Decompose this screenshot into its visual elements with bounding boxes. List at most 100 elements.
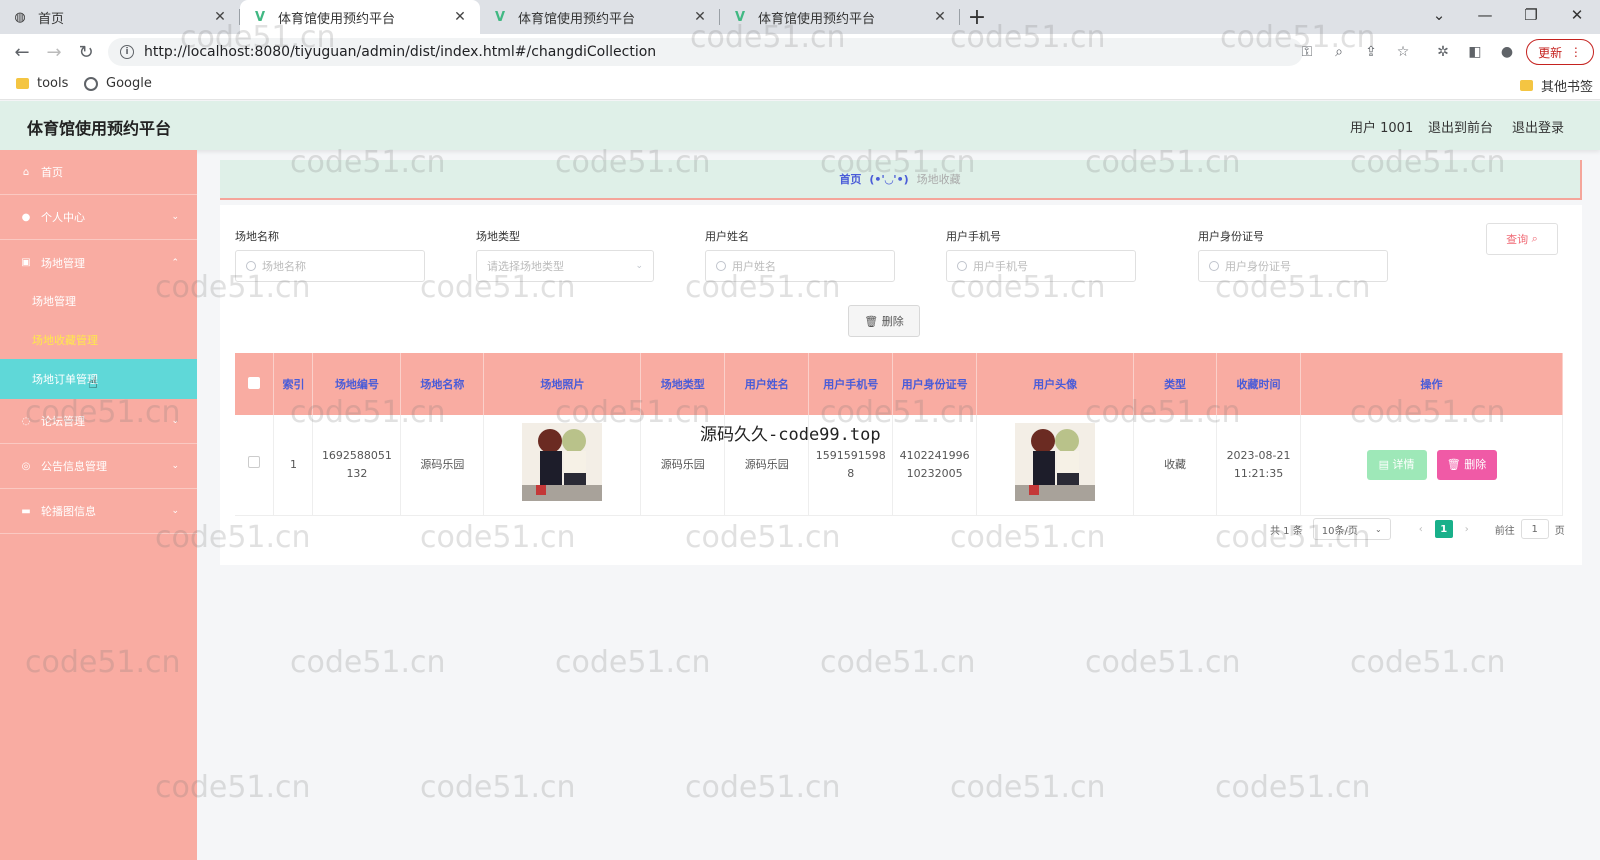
collection-table: 索引 场地编号 场地名称 场地照片 场地类型 用户姓名 用户手机号 用户身份证号…: [235, 353, 1563, 516]
browser-tab[interactable]: ◍ 首页 ✕: [0, 0, 240, 34]
url-input[interactable]: i http://localhost:8080/tiyuguan/admin/d…: [108, 38, 1303, 66]
bulk-delete-button[interactable]: 🗑 删除: [848, 305, 920, 337]
profile-icon[interactable]: ●: [1496, 41, 1518, 63]
detail-button[interactable]: ▤ 详情: [1366, 449, 1427, 480]
chevron-down-icon: ⌄: [171, 212, 179, 222]
trash-icon: 🗑: [1446, 457, 1461, 471]
column-header[interactable]: 场地名称: [400, 353, 485, 415]
sidepanel-icon[interactable]: ◧: [1464, 41, 1486, 63]
close-icon[interactable]: ✕: [932, 9, 948, 25]
tab-search-icon[interactable]: ⌄: [1416, 0, 1462, 30]
forward-icon[interactable]: →: [38, 36, 70, 68]
close-icon[interactable]: ✕: [212, 9, 228, 25]
sidebar-item-notice[interactable]: ◎ 公告信息管理 ⌄: [0, 444, 197, 489]
sidebar-item-carousel[interactable]: ▬ 轮播图信息 ⌄: [0, 489, 197, 534]
column-header[interactable]: 用户身份证号: [892, 353, 978, 415]
minimize-icon[interactable]: —: [1462, 0, 1508, 30]
page-size-select[interactable]: 10条/页 ⌄: [1312, 518, 1391, 540]
sidebar-item-forum[interactable]: ◌ 论坛管理 ⌄: [0, 399, 197, 444]
page-number[interactable]: 1: [1434, 520, 1453, 538]
chevron-down-icon: ⌄: [635, 261, 643, 271]
sidebar-item-venue[interactable]: ▣ 场地管理 ⌃: [0, 240, 197, 285]
watermark: code51.cn: [685, 770, 841, 805]
search-icon: [1209, 261, 1219, 271]
browser-tab[interactable]: V 体育馆使用预约平台 ✕: [720, 0, 960, 34]
search-icon: [716, 261, 726, 271]
sidebar-sub-venue-collection[interactable]: 场地收藏管理: [0, 320, 197, 360]
sidebar-item-profile[interactable]: ● 个人中心 ⌄: [0, 195, 197, 240]
row-checkbox[interactable]: [235, 415, 275, 516]
venue-photo-image[interactable]: [522, 422, 603, 501]
goto-label: 前往: [1494, 525, 1515, 537]
pagination: 共 1 条 10条/页 ⌄ ‹ 1 › 前往 1 页: [1270, 517, 1565, 541]
restore-icon[interactable]: ❐: [1508, 0, 1554, 30]
logout-link[interactable]: 退出登录: [1512, 117, 1564, 136]
user-phone-input[interactable]: 用户手机号: [946, 250, 1136, 282]
sidebar-item-home[interactable]: ⌂ 首页: [0, 150, 197, 195]
table-header-row: 索引 场地编号 场地名称 场地照片 场地类型 用户姓名 用户手机号 用户身份证号…: [235, 353, 1563, 415]
column-header[interactable]: 场地类型: [640, 353, 726, 415]
forum-icon: ◌: [21, 415, 31, 427]
column-header[interactable]: 收藏时间: [1216, 353, 1302, 415]
delete-button[interactable]: 🗑 删除: [1436, 449, 1497, 480]
close-icon[interactable]: ✕: [692, 9, 708, 25]
monitor-icon: ▬: [21, 505, 31, 517]
info-icon[interactable]: i: [120, 45, 134, 59]
goto-page-input[interactable]: 1: [1520, 519, 1549, 539]
column-header[interactable]: 用户手机号: [808, 353, 894, 415]
share-icon[interactable]: ⇪: [1360, 41, 1382, 63]
column-header[interactable]: 索引: [273, 353, 314, 415]
user-avatar-image[interactable]: [1015, 422, 1096, 501]
column-header[interactable]: 类型: [1133, 353, 1218, 415]
cell-collect-time: 2023-08-21 11:21:35: [1216, 415, 1302, 516]
user-name-input[interactable]: 用户姓名: [705, 250, 895, 282]
close-icon[interactable]: ✕: [452, 9, 468, 25]
star-icon[interactable]: ☆: [1392, 41, 1414, 63]
prev-page-icon[interactable]: ‹: [1411, 519, 1431, 539]
back-to-front-link[interactable]: 退出到前台: [1428, 117, 1493, 136]
bookmark-google[interactable]: Google: [84, 76, 152, 91]
app-title: 体育馆使用预约平台: [27, 119, 172, 138]
browser-tab[interactable]: V 体育馆使用预约平台 ✕: [480, 0, 720, 34]
breadcrumb-current: 场地收藏: [916, 173, 961, 186]
column-header[interactable]: 场地照片: [483, 353, 642, 415]
user-idcard-input[interactable]: 用户身份证号: [1198, 250, 1388, 282]
venue-name-input[interactable]: 场地名称: [235, 250, 425, 282]
search-label: 用户身份证号: [1198, 230, 1264, 243]
sidebar-sub-venue-manage[interactable]: 场地管理: [0, 281, 197, 321]
query-button[interactable]: 查询 ⌕: [1486, 223, 1558, 255]
reload-icon[interactable]: ↻: [70, 36, 102, 68]
bookmark-other[interactable]: 其他书签: [1520, 76, 1593, 95]
hand-cursor-icon: ☝: [88, 373, 98, 392]
browser-tab-active[interactable]: V 体育馆使用预约平台 ✕: [240, 0, 480, 34]
cell-venue-code: 1692588051132: [312, 415, 402, 516]
zoom-icon[interactable]: ⌕: [1328, 41, 1350, 63]
venue-type-select[interactable]: 请选择场地类型 ⌄: [476, 250, 654, 282]
new-tab-icon[interactable]: +: [960, 0, 994, 34]
breadcrumb-separator: (•'◡'•): [869, 172, 909, 186]
address-bar: ← → ↻ i http://localhost:8080/tiyuguan/a…: [0, 34, 1600, 70]
next-page-icon[interactable]: ›: [1457, 519, 1477, 539]
column-header[interactable]: 用户姓名: [724, 353, 810, 415]
select-all-checkbox[interactable]: [235, 353, 275, 415]
cell-user-avatar: [976, 415, 1135, 516]
breadcrumb: 首页 (•'◡'•) 场地收藏: [220, 160, 1582, 200]
current-user: 用户 1001: [1350, 121, 1414, 136]
pagination-total: 共 1 条: [1270, 525, 1303, 537]
bookmark-tools[interactable]: tools: [16, 76, 68, 91]
column-header[interactable]: 场地编号: [312, 353, 402, 415]
breadcrumb-home[interactable]: 首页: [839, 171, 861, 187]
window-close-icon[interactable]: ✕: [1554, 0, 1600, 30]
folder-icon: [1520, 80, 1533, 91]
vue-logo-icon: V: [254, 9, 266, 25]
key-icon[interactable]: ⚿: [1296, 41, 1318, 63]
globe-icon: ◍: [14, 9, 26, 25]
update-button[interactable]: 更新 ⋮: [1526, 39, 1594, 65]
sidebar-sub-venue-order[interactable]: 场地订单管理: [0, 359, 197, 399]
extensions-icon[interactable]: ✲: [1432, 41, 1454, 63]
column-header[interactable]: 用户头像: [976, 353, 1135, 415]
back-icon[interactable]: ←: [6, 36, 38, 68]
trash-icon: 🗑: [864, 314, 879, 328]
cell-kind: 收藏: [1133, 415, 1218, 516]
watermark: code51.cn: [555, 645, 711, 680]
